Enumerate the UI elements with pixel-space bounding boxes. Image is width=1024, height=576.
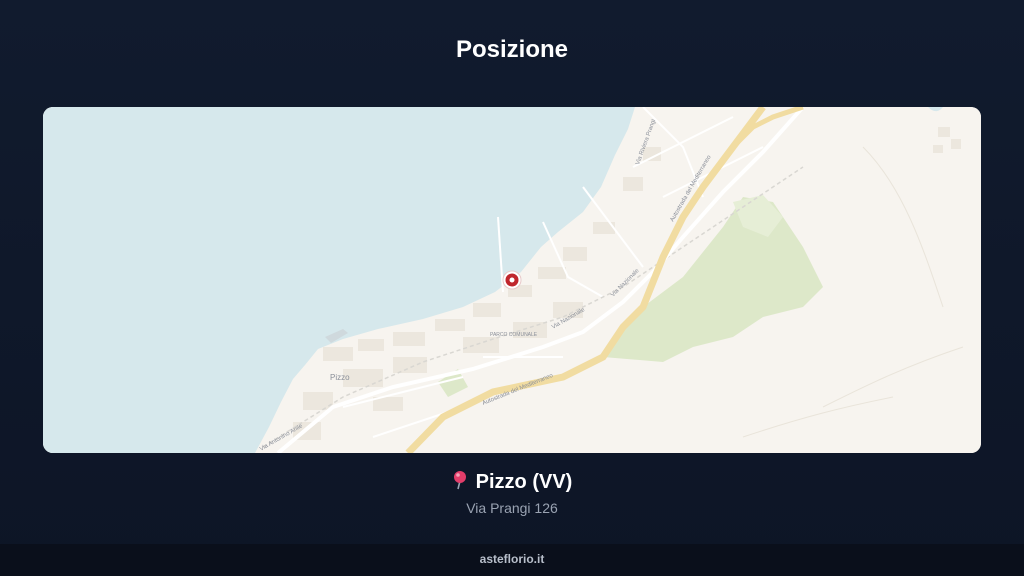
location-marker-icon[interactable] xyxy=(502,270,522,290)
location-map[interactable]: Pizzo PARCO COMUNALE Via Nazionale Via N… xyxy=(43,107,981,453)
map-canvas[interactable]: Pizzo PARCO COMUNALE Via Nazionale Via N… xyxy=(43,107,981,453)
map-label-park: PARCO COMUNALE xyxy=(490,332,538,338)
location-address: Via Prangi 126 xyxy=(466,500,558,516)
page-title: Posizione xyxy=(455,36,569,63)
location-title: Pizzo (VV) xyxy=(0,470,1024,496)
location-city: Pizzo (VV) xyxy=(475,471,573,493)
footer-brand[interactable]: asteflorio.it xyxy=(480,552,545,566)
footer: asteflorio.it xyxy=(0,544,1024,576)
map-label-pizzo: Pizzo xyxy=(330,373,350,382)
round-pushpin-icon xyxy=(452,470,468,496)
